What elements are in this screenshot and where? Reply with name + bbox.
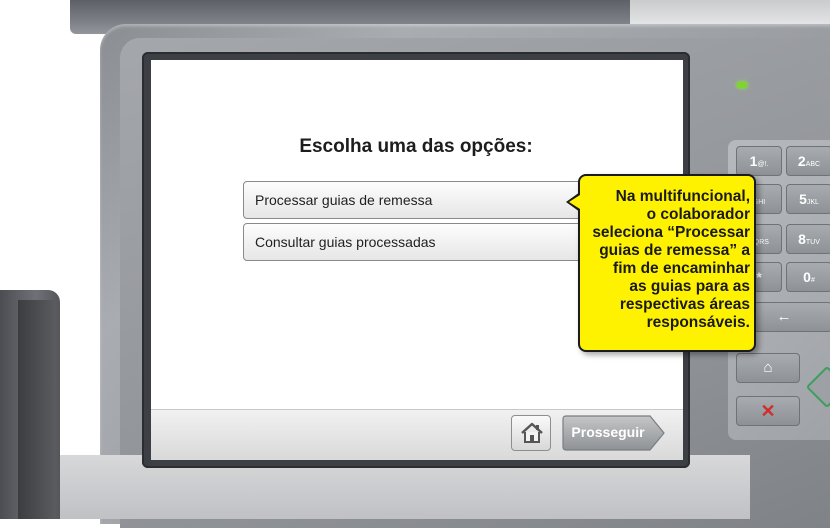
- callout-line: fim de encaminhar: [613, 260, 750, 277]
- key-digit: 5: [799, 191, 807, 207]
- cancel-key[interactable]: ✕: [736, 396, 800, 426]
- callout-text: Na multifuncional, o colaborador selecio…: [584, 188, 750, 332]
- key-digit: *: [756, 269, 762, 285]
- key-digit: 0: [803, 269, 811, 285]
- status-led: [737, 82, 747, 88]
- key-8[interactable]: 8TUV: [786, 224, 830, 254]
- continue-button[interactable]: Prosseguir: [562, 415, 666, 451]
- key-letters: ABC: [805, 161, 821, 168]
- key-letters: TUV: [805, 239, 820, 246]
- key-1[interactable]: 1@!.: [736, 146, 782, 176]
- key-letters: #: [810, 277, 815, 284]
- callout-line: guias de remessa” a: [599, 242, 750, 259]
- home-icon: ⌂: [763, 359, 773, 376]
- continue-label: Prosseguir: [571, 424, 645, 440]
- option-label: Consultar guias processadas: [255, 234, 436, 250]
- key-5[interactable]: 5JKL: [786, 184, 830, 214]
- callout-line: respectivas áreas: [619, 296, 750, 313]
- callout-line: o colaborador: [646, 206, 750, 223]
- home-key[interactable]: ⌂: [736, 353, 800, 383]
- option-label: Processar guias de remessa: [255, 192, 433, 208]
- key-digit: 2: [797, 153, 806, 169]
- cancel-icon: ✕: [760, 401, 776, 421]
- key-letters: @!.: [757, 161, 769, 168]
- callout-line: responsáveis.: [646, 314, 750, 331]
- backspace-icon: ←: [776, 308, 792, 325]
- callout-line: seleciona “Processar: [592, 224, 750, 241]
- prompt-title: Escolha uma das opções:: [299, 136, 533, 157]
- key-0[interactable]: 0#: [786, 262, 830, 292]
- key-digit: 8: [798, 231, 806, 247]
- printer-side-slot: [18, 300, 56, 519]
- callout-line: Na multifuncional,: [615, 188, 750, 205]
- key-letters: JKL: [806, 199, 819, 206]
- callout-pointer-fill: [569, 195, 580, 209]
- callout-line: as guias para as: [629, 278, 750, 295]
- callout-box: Na multifuncional, o colaborador selecio…: [578, 174, 756, 352]
- key-2[interactable]: 2ABC: [786, 146, 830, 176]
- home-button[interactable]: [511, 415, 551, 451]
- home-icon: [521, 422, 543, 443]
